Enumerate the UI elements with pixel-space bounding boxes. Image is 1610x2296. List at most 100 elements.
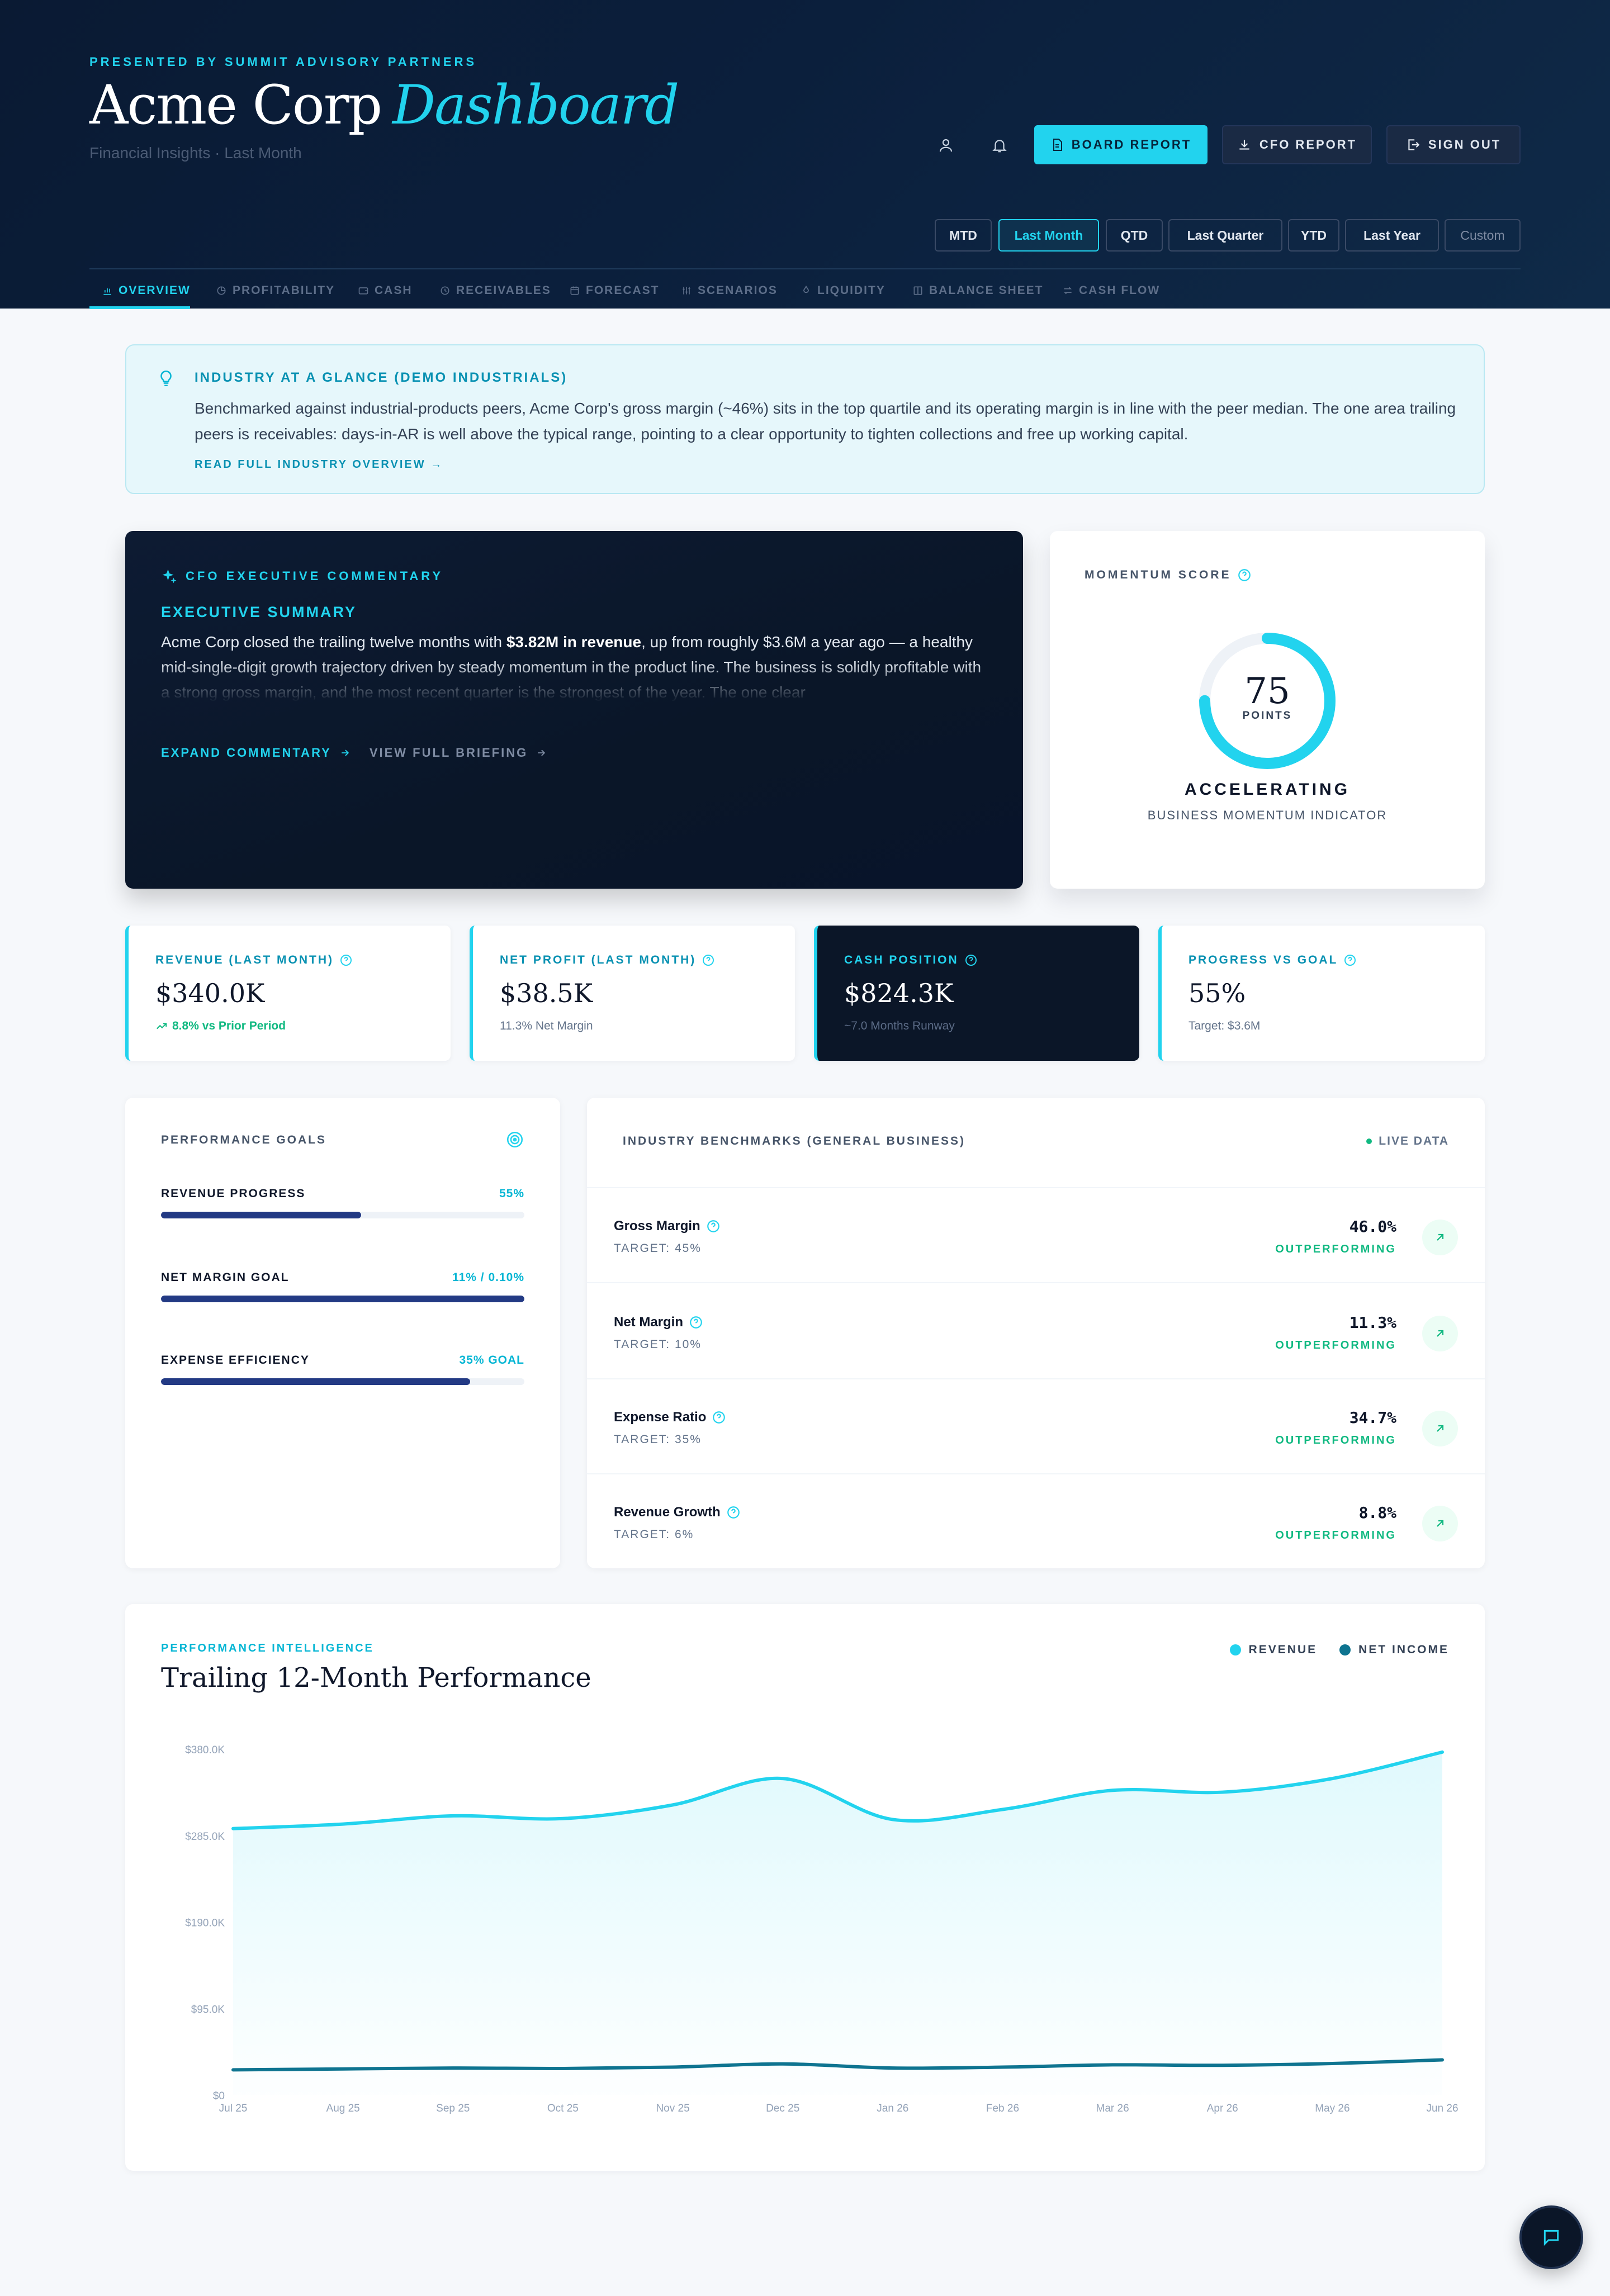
lightbulb-icon (157, 369, 176, 391)
expand-commentary-label: EXPAND COMMENTARY (161, 746, 332, 760)
arrows-icon (1063, 287, 1072, 295)
kpi-label-text: PROGRESS VS GOAL (1188, 953, 1338, 966)
kpi-value: $824.3K (844, 978, 954, 1008)
help-icon[interactable] (689, 1315, 703, 1330)
period-last-year[interactable]: Last Year (1345, 219, 1439, 252)
kpi-card-revenue: REVENUE (LAST MONTH) $340.0K 8.8% vs Pri… (125, 926, 451, 1061)
momentum-label-text: MOMENTUM SCORE (1085, 568, 1232, 581)
help-icon[interactable] (706, 1219, 721, 1234)
pie-icon (217, 286, 226, 295)
trend-up-icon (157, 1023, 167, 1030)
goal-revenue-progress: REVENUE PROGRESS 55% (161, 1187, 524, 1232)
period-qtd[interactable]: QTD (1106, 219, 1163, 252)
benchmark-row-gross-margin: Gross Margin TARGET: 45% 46.0% OUTPERFOR… (587, 1188, 1485, 1283)
x-tick-label: Feb 26 (986, 2103, 1019, 2114)
momentum-description: BUSINESS MOMENTUM INDICATOR (1147, 808, 1388, 822)
nav-tabs: OVERVIEW PROFITABILITY CASH RECEIVABLES … (89, 268, 1521, 309)
cfo-label: CFO EXECUTIVE COMMENTARY (161, 568, 443, 585)
kpi-value: 55% (1188, 978, 1246, 1008)
kpi-sub: 11.3% Net Margin (500, 1019, 593, 1032)
arrow-right-icon (341, 749, 349, 756)
sign-out-icon (1408, 139, 1420, 150)
x-tick-label: Jun 26 (1426, 2103, 1458, 2114)
board-report-label: BOARD REPORT (1071, 137, 1192, 151)
page-subtitle: Financial Insights · Last Month (89, 144, 302, 162)
trend-up-icon (1422, 1506, 1458, 1541)
tab-cash-flow[interactable]: CASH FLOW (1062, 279, 1160, 302)
industry-banner: INDUSTRY AT A GLANCE (DEMO INDUSTRIALS) … (125, 344, 1485, 494)
benchmark-target: TARGET: 6% (614, 1528, 694, 1541)
x-tick-label: Jul 25 (219, 2103, 248, 2114)
x-tick-label: May 26 (1315, 2103, 1349, 2114)
chat-icon (1543, 2229, 1559, 2246)
live-data-badge: LIVE DATA (1366, 1135, 1449, 1148)
help-icon[interactable] (712, 1410, 726, 1425)
benchmark-value: 34.7% (1349, 1408, 1396, 1427)
sparkle-icon (162, 569, 177, 584)
period-last-quarter[interactable]: Last Quarter (1168, 219, 1282, 252)
tab-label: CASH (375, 284, 413, 297)
view-full-briefing-button[interactable]: VIEW FULL BRIEFING (370, 746, 547, 760)
period-custom[interactable]: Custom (1445, 219, 1521, 252)
goal-name: NET MARGIN GOAL (161, 1271, 290, 1284)
book-icon (913, 286, 922, 295)
expand-commentary-button[interactable]: EXPAND COMMENTARY (161, 746, 351, 760)
industry-benchmarks-card: INDUSTRY BENCHMARKS (GENERAL BUSINESS) L… (587, 1098, 1485, 1568)
x-tick-label: Nov 25 (656, 2103, 689, 2114)
x-tick-label: Oct 25 (547, 2103, 579, 2114)
tab-forecast[interactable]: FORECAST (569, 279, 660, 302)
help-icon[interactable] (964, 953, 978, 967)
benchmark-name: Gross Margin (614, 1218, 721, 1234)
download-icon (1239, 140, 1249, 150)
benchmark-target: TARGET: 35% (614, 1433, 702, 1446)
help-icon[interactable] (1237, 568, 1252, 582)
momentum-points-label: POINTS (1242, 710, 1292, 722)
tab-receivables[interactable]: RECEIVABLES (439, 279, 551, 302)
period-mtd[interactable]: MTD (935, 219, 992, 252)
goal-name: EXPENSE EFFICIENCY (161, 1354, 310, 1367)
period-last-month[interactable]: Last Month (998, 219, 1099, 252)
user-icon[interactable] (932, 132, 959, 159)
kpi-value: $38.5K (500, 978, 593, 1008)
industry-overview-link[interactable]: READ FULL INDUSTRY OVERVIEW → (195, 458, 443, 471)
goal-fill (161, 1212, 361, 1218)
goal-fill (161, 1296, 524, 1302)
executive-summary-body: Acme Corp closed the trailing twelve mon… (161, 629, 988, 702)
sign-out-button[interactable]: SIGN OUT (1386, 125, 1521, 164)
kpi-label-text: NET PROFIT (LAST MONTH) (500, 953, 697, 966)
period-ytd[interactable]: YTD (1288, 219, 1339, 252)
benchmark-name: Revenue Growth (614, 1505, 741, 1520)
help-icon[interactable] (726, 1505, 741, 1520)
benchmark-name: Net Margin (614, 1315, 703, 1330)
benchmarks-title: INDUSTRY BENCHMARKS (GENERAL BUSINESS) (623, 1135, 965, 1147)
tab-cash[interactable]: CASH (358, 279, 413, 302)
kpi-label: NET PROFIT (LAST MONTH) (500, 953, 715, 967)
kpi-label-text: CASH POSITION (844, 953, 959, 966)
benchmark-name-text: Expense Ratio (614, 1410, 707, 1425)
kpi-card-cash-position: CASH POSITION $824.3K ~7.0 Months Runway (814, 926, 1139, 1061)
kpi-label: REVENUE (LAST MONTH) (155, 953, 353, 967)
tab-profitability[interactable]: PROFITABILITY (216, 279, 335, 302)
tab-label: CASH FLOW (1079, 284, 1161, 297)
help-icon[interactable] (702, 953, 715, 967)
arrow-right-icon (538, 749, 546, 756)
help-icon[interactable] (339, 953, 353, 967)
board-report-button[interactable]: BOARD REPORT (1034, 125, 1208, 164)
cfo-report-button[interactable]: CFO REPORT (1222, 125, 1372, 164)
kpi-sub: ~7.0 Months Runway (844, 1019, 955, 1032)
tab-scenarios[interactable]: SCENARIOS (681, 279, 778, 302)
cfo-report-label: CFO REPORT (1259, 137, 1357, 151)
benchmark-target: TARGET: 10% (614, 1338, 702, 1351)
chat-button[interactable] (1519, 2205, 1583, 2269)
help-icon[interactable] (1343, 953, 1357, 967)
tab-liquidity[interactable]: LIQUIDITY (801, 279, 886, 302)
tab-balance-sheet[interactable]: BALANCE SHEET (912, 279, 1044, 302)
goal-percent: 35% GOAL (459, 1354, 524, 1367)
bell-icon[interactable] (986, 132, 1013, 159)
dashboard-word: Dashboard (392, 74, 679, 136)
kpi-card-net-profit: NET PROFIT (LAST MONTH) $38.5K 11.3% Net… (470, 926, 795, 1061)
tab-overview[interactable]: OVERVIEW (102, 279, 191, 302)
kpi-value: $340.0K (155, 978, 265, 1008)
benchmark-name: Expense Ratio (614, 1410, 726, 1425)
benchmark-status: OUTPERFORMING (1275, 1243, 1396, 1255)
